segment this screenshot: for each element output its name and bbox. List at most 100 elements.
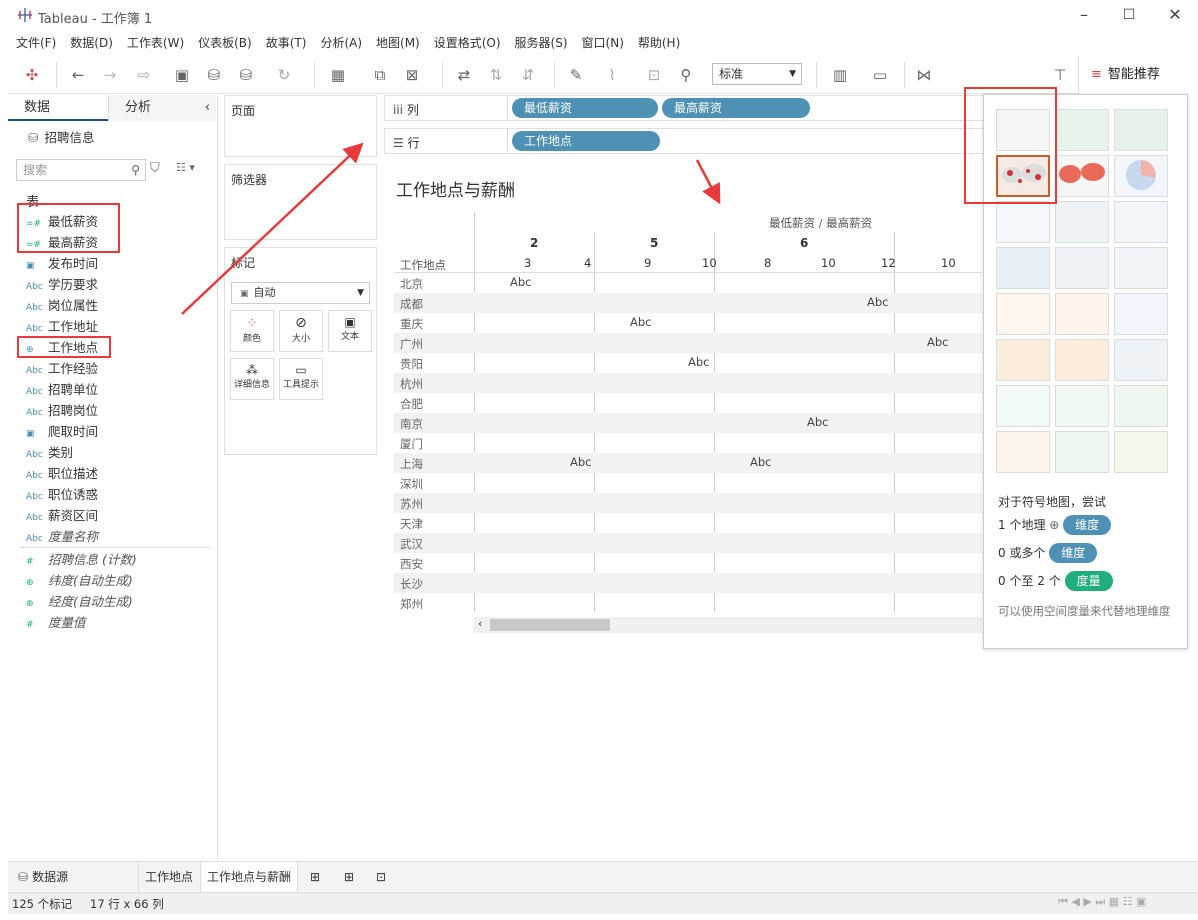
fit-select[interactable]: 标准 ▼ [712, 63, 802, 85]
labels-icon[interactable]: ⊡ [642, 64, 666, 86]
new-worksheet-icon[interactable]: ▦ [326, 64, 350, 86]
menu-worksheet[interactable]: 工作表(W) [127, 32, 184, 54]
text-mark[interactable]: Abc [927, 335, 949, 349]
tooltip-button[interactable]: ▭ 工具提示 [279, 358, 323, 400]
showme-button[interactable]: ≡ 智能推荐 [1078, 56, 1198, 94]
area-discrete-icon[interactable] [1055, 339, 1109, 381]
menu-format[interactable]: 设置格式(O) [434, 32, 501, 54]
menu-help[interactable]: 帮助(H) [638, 32, 680, 54]
generated-field-item[interactable]: # 招聘信息 (计数) [26, 550, 216, 570]
scroll-thumb[interactable] [490, 619, 610, 631]
tooltip-pin-icon[interactable]: ⊤ [1048, 64, 1072, 86]
menu-server[interactable]: 服务器(S) [515, 32, 568, 54]
text-mark[interactable]: Abc [750, 455, 772, 469]
menu-file[interactable]: 文件(F) [16, 32, 56, 54]
horizontal-scrollbar[interactable]: ‹ [474, 617, 982, 633]
highlight-table-icon[interactable] [1114, 109, 1168, 151]
field-item[interactable]: ▣ 爬取时间 [26, 422, 216, 442]
filter-icon[interactable]: ⛉ [150, 161, 160, 176]
clear-sheet-icon[interactable]: ⊠ [400, 64, 424, 86]
rows-shelf[interactable]: ☰ 行 工作地点 [384, 128, 984, 154]
pie-chart-icon[interactable] [1114, 155, 1168, 197]
text-mark[interactable]: Abc [630, 315, 652, 329]
sort-asc-icon[interactable]: ⇅ [484, 64, 508, 86]
field-item[interactable]: ▣ 发布时间 [26, 254, 216, 274]
label-button[interactable]: ▣ 文本 [328, 310, 372, 352]
presentation-icon[interactable]: ▭ [868, 64, 892, 86]
treemap-icon[interactable] [996, 247, 1050, 289]
scatter-plot-icon[interactable] [996, 385, 1050, 427]
datasource-item[interactable]: ⛁ 招聘信息 [28, 127, 95, 146]
text-mark[interactable]: Abc [510, 275, 532, 289]
field-item[interactable]: Abc 工作地址 [26, 317, 216, 337]
text-mark[interactable]: Abc [688, 355, 710, 369]
text-mark[interactable]: Abc [867, 295, 889, 309]
pause-updates-icon[interactable]: ⛁ [234, 64, 258, 86]
lines-continuous-icon[interactable] [996, 293, 1050, 335]
tableau-home-icon[interactable]: ✣ [20, 64, 44, 86]
packed-bubbles-icon[interactable] [1114, 431, 1168, 473]
field-item[interactable]: Abc 工作经验 [26, 359, 216, 379]
new-story-icon[interactable]: ⊡ [370, 862, 392, 892]
tab-data[interactable]: 数据 [8, 95, 108, 121]
maximize-button[interactable]: ☐ [1118, 4, 1140, 26]
group-icon[interactable]: ⌇ [600, 64, 624, 86]
swap-icon[interactable]: ⇄ [452, 64, 476, 86]
lines-discrete-icon[interactable] [1055, 293, 1109, 335]
new-sheet-icon[interactable]: ⊞ [304, 862, 326, 892]
sheet-nav-icons[interactable]: ⏮ ◀ ▶ ⏭ ▦ ☷ ▣ [1058, 895, 1146, 909]
area-continuous-icon[interactable] [996, 339, 1050, 381]
field-item[interactable]: Abc 岗位属性 [26, 296, 216, 316]
pin-icon[interactable]: ⚲ [674, 64, 698, 86]
minimize-button[interactable]: – [1073, 4, 1095, 26]
menu-map[interactable]: 地图(M) [376, 32, 420, 54]
highlight-icon[interactable]: ✎ [564, 64, 588, 86]
columns-pill-max-salary[interactable]: 最高薪资 [662, 98, 810, 118]
circle-views-icon[interactable] [1055, 247, 1109, 289]
search-input[interactable]: 搜索 ⚲ [16, 159, 146, 181]
pages-card[interactable]: 页面 [224, 95, 377, 157]
dual-combination-icon[interactable] [1114, 339, 1168, 381]
text-mark[interactable]: Abc [807, 415, 829, 429]
detail-button[interactable]: ⁂ 详细信息 [230, 358, 274, 400]
sort-desc-icon[interactable]: ⇵ [516, 64, 540, 86]
duplicate-sheet-icon[interactable]: ⧉ [368, 64, 392, 86]
mark-type-select[interactable]: ▣ 自动 ▼ [231, 282, 370, 304]
tab-sheet-location-salary[interactable]: 工作地点与薪酬 [200, 862, 299, 892]
heat-map-icon[interactable] [1055, 109, 1109, 151]
columns-pill-min-salary[interactable]: 最低薪资 [512, 98, 658, 118]
save-icon[interactable]: ▣ [170, 64, 194, 86]
gantt-chart-icon[interactable] [996, 431, 1050, 473]
box-whisker-icon[interactable] [1114, 385, 1168, 427]
list-view-icon[interactable]: ☷ ▾ [176, 161, 195, 174]
rows-pill-location[interactable]: 工作地点 [512, 131, 660, 151]
tab-sheet-location[interactable]: 工作地点 [138, 862, 199, 892]
field-item[interactable]: Abc 学历要求 [26, 275, 216, 295]
new-dashboard-icon[interactable]: ⊞ [338, 862, 360, 892]
tab-datasource[interactable]: ⛁ 数据源 [12, 862, 74, 892]
histogram-icon[interactable] [1055, 385, 1109, 427]
field-item[interactable]: Abc 薪资区间 [26, 506, 216, 526]
field-item[interactable]: Abc 职位诱惑 [26, 485, 216, 505]
menu-window[interactable]: 窗口(N) [582, 32, 624, 54]
replay-icon[interactable]: ⇨ [132, 64, 156, 86]
filters-card[interactable]: 筛选器 [224, 164, 377, 240]
generated-field-item[interactable]: ⊕ 经度(自动生成) [26, 592, 216, 612]
menu-analysis[interactable]: 分析(A) [320, 32, 362, 54]
side-by-side-bars-icon[interactable] [1114, 201, 1168, 243]
show-cards-icon[interactable]: ▥ [828, 64, 852, 86]
generated-field-item[interactable]: ⊕ 纬度(自动生成) [26, 571, 216, 591]
tab-analysis[interactable]: 分析 ‹ [108, 95, 216, 121]
share-icon[interactable]: ⋈ [912, 64, 936, 86]
text-mark[interactable]: Abc [570, 455, 592, 469]
menu-story[interactable]: 故事(T) [266, 32, 307, 54]
columns-shelf[interactable]: iii 列 最低薪资 最高薪资 [384, 95, 984, 121]
redo-icon[interactable]: → [98, 64, 122, 86]
field-item[interactable]: Abc 招聘单位 [26, 380, 216, 400]
refresh-icon[interactable]: ↻ [272, 64, 296, 86]
new-datasource-icon[interactable]: ⛁ [202, 64, 226, 86]
field-item[interactable]: Abc 度量名称 [26, 527, 216, 547]
filled-map-icon[interactable] [1055, 155, 1109, 197]
bullet-graph-icon[interactable] [1055, 431, 1109, 473]
size-button[interactable]: ⊘ 大小 [279, 310, 323, 352]
